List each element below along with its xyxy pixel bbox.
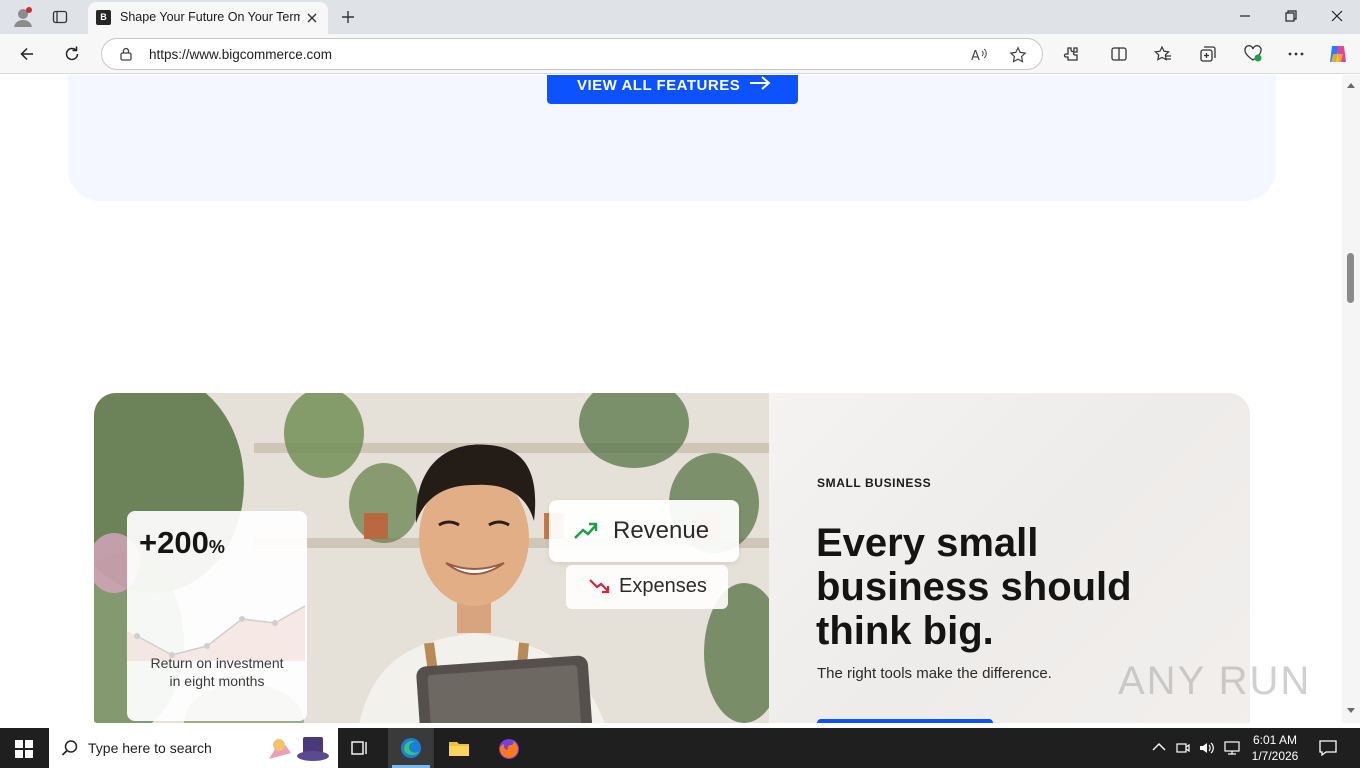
expenses-label: Expenses — [619, 575, 707, 597]
view-all-features-label: VIEW ALL FEATURES — [577, 77, 741, 94]
taskbar-search-placeholder: Type here to search — [88, 740, 212, 756]
scroll-up-icon[interactable] — [1346, 81, 1356, 89]
clock-date[interactable]: 1/7/2026 — [1240, 749, 1310, 763]
roi-caption-line1: Return on investment — [150, 655, 284, 671]
new-tab-icon[interactable] — [340, 9, 356, 25]
section-subline: The right tools make the difference. — [817, 665, 1052, 682]
revenue-badge: Revenue — [549, 500, 739, 562]
roi-caption-line2: in eight months — [169, 673, 265, 689]
tray-overflow-icon[interactable] — [1152, 742, 1166, 752]
browser-essentials-icon[interactable] — [1243, 45, 1263, 63]
revenue-label: Revenue — [613, 517, 710, 544]
restore-icon[interactable] — [1283, 8, 1299, 24]
back-icon[interactable] — [18, 45, 36, 63]
file-explorer-icon[interactable] — [448, 737, 470, 759]
watermark-text: ANY RUN — [1118, 659, 1312, 703]
scroll-down-icon[interactable] — [1346, 707, 1356, 715]
close-tab-icon[interactable] — [304, 10, 320, 26]
arrow-right-icon — [750, 76, 771, 90]
svg-text:A: A — [971, 49, 980, 64]
copilot-icon[interactable] — [1327, 43, 1349, 65]
roi-number: +200 — [139, 525, 209, 560]
split-screen-icon[interactable] — [1110, 45, 1128, 63]
notifications-icon[interactable] — [1318, 739, 1338, 757]
search-highlight-icon — [269, 737, 329, 761]
favorites-icon[interactable] — [1154, 45, 1172, 63]
meet-now-icon[interactable] — [1176, 740, 1190, 756]
minimize-icon[interactable] — [1237, 8, 1253, 24]
trend-up-icon — [574, 522, 598, 539]
site-favicon: B — [96, 10, 111, 25]
small-business-card: +200% Return on investment in eight mont… — [94, 393, 1250, 723]
taskbar-search-box[interactable]: Type here to search — [49, 728, 338, 768]
view-all-features-button[interactable]: VIEW ALL FEATURES — [547, 75, 798, 104]
extensions-icon[interactable] — [1062, 45, 1080, 63]
taskbar: Type here to search 6:01 AM 1/7/2026 — [0, 728, 1360, 768]
roi-trend-chart — [127, 605, 306, 661]
active-tab[interactable]: B Shape Your Future On Your Terms — [88, 2, 328, 34]
edge-browser-icon — [401, 738, 421, 758]
trend-down-icon — [589, 579, 610, 594]
small-business-cta-button[interactable] — [817, 719, 993, 723]
refresh-icon[interactable] — [63, 45, 81, 63]
section-headline: Every small business should think big. — [816, 521, 1132, 653]
clock-time[interactable]: 6:01 AM — [1240, 733, 1310, 747]
roi-unit: % — [208, 537, 225, 557]
section-eyebrow: SMALL BUSINESS — [817, 476, 932, 490]
volume-icon[interactable] — [1198, 740, 1216, 756]
anyrun-watermark: ANY RUN — [1118, 655, 1318, 705]
collections-icon[interactable] — [1199, 45, 1217, 63]
site-info-icon[interactable] — [118, 46, 134, 62]
task-view-icon[interactable] — [351, 739, 369, 757]
favorite-icon[interactable] — [1009, 46, 1027, 64]
toolbar: https://www.bigcommerce.com A — [0, 34, 1360, 74]
tab-title: Shape Your Future On Your Terms — [120, 10, 300, 24]
more-icon[interactable] — [1287, 45, 1305, 63]
page-scrollbar[interactable] — [1342, 75, 1360, 723]
tab-bar: B Shape Your Future On Your Terms — [0, 0, 1360, 34]
roi-value: +200% — [139, 525, 225, 561]
taskbar-edge-button[interactable] — [388, 728, 434, 768]
profile-icon[interactable] — [12, 6, 34, 28]
expenses-badge: Expenses — [566, 565, 728, 609]
roi-stat-card: +200% Return on investment in eight mont… — [127, 511, 307, 721]
read-aloud-icon[interactable]: A — [970, 46, 988, 64]
network-icon[interactable] — [1223, 740, 1241, 756]
windows-start-icon[interactable] — [15, 740, 33, 758]
roi-caption: Return on investment in eight months — [127, 654, 307, 690]
close-window-icon[interactable] — [1329, 8, 1345, 24]
shop-owner-photo: +200% Return on investment in eight mont… — [94, 393, 769, 723]
scrollbar-thumb[interactable] — [1347, 253, 1354, 303]
url-text[interactable]: https://www.bigcommerce.com — [149, 47, 332, 62]
page-viewport: VIEW ALL FEATURES +200% Return on invest… — [0, 75, 1342, 723]
firefox-icon[interactable] — [497, 737, 521, 761]
search-icon — [61, 740, 78, 756]
tab-actions-icon[interactable] — [52, 9, 68, 25]
address-bar[interactable]: https://www.bigcommerce.com A — [101, 38, 1043, 70]
